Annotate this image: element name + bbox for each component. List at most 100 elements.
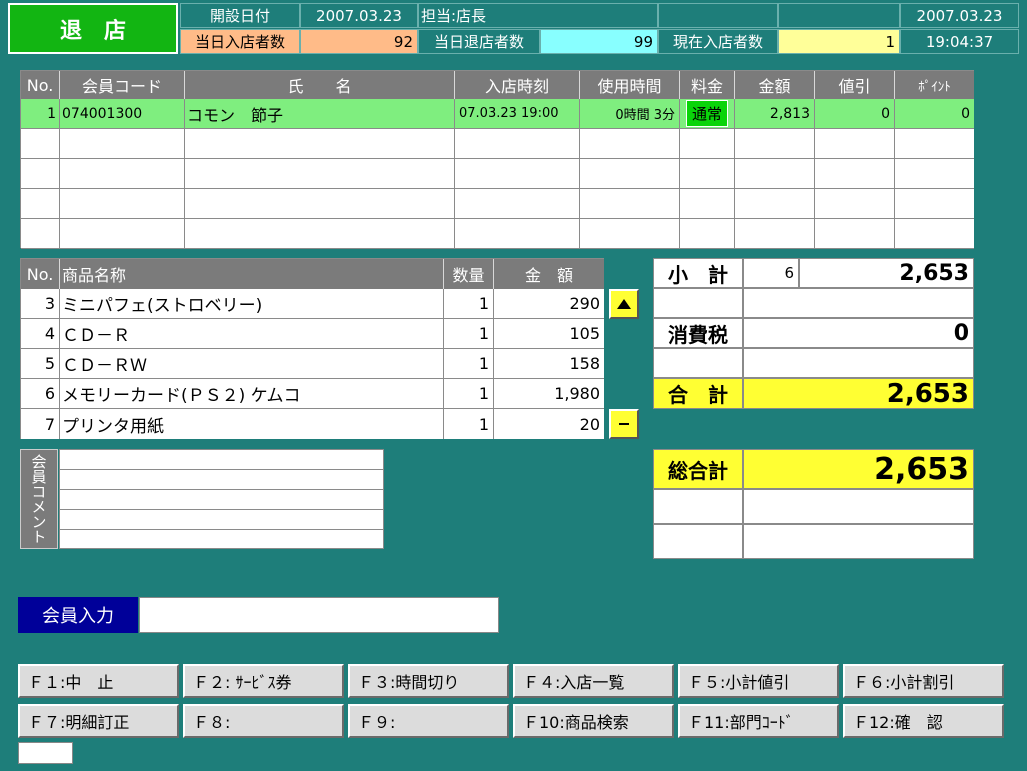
header-bar: 退 店 開設日付 2007.03.23 担当:店長 2007.03.23 当日入… xyxy=(8,3,1020,55)
f7-detail-correction-button[interactable]: Ｆ７:明細訂正 xyxy=(18,704,179,738)
item-row-name: ＣＤ－ＲＷ xyxy=(60,349,444,379)
tax-label: 消費税 xyxy=(653,318,743,348)
item-row-name: メモリーカード(ＰＳ２) ケムコ xyxy=(60,379,444,409)
member-empty-cell xyxy=(60,159,185,189)
grand-blank-1b xyxy=(743,489,974,524)
f11-department-code-button[interactable]: Ｆ11:部門ｺｰﾄﾞ xyxy=(678,704,839,738)
member-empty-cell xyxy=(815,159,895,189)
member-col-point: ﾎﾟｲﾝﾄ xyxy=(895,71,974,99)
member-comment-label: 会員コメント xyxy=(20,449,58,549)
item-row-amount: 20 xyxy=(494,409,604,439)
item-row-no: 3 xyxy=(21,289,60,319)
member-row-usage: 0時間 3分 xyxy=(580,99,680,129)
member-empty-cell xyxy=(735,159,815,189)
rate-badge: 通常 xyxy=(685,100,728,127)
grand-blank-2b xyxy=(743,524,974,559)
item-row-no: 6 xyxy=(21,379,60,409)
member-empty-cell xyxy=(185,159,455,189)
comment-line xyxy=(60,509,383,510)
member-empty-cell xyxy=(455,219,580,249)
f4-entry-list-button[interactable]: Ｆ４:入店一覧 xyxy=(513,664,674,698)
f5-subtotal-discount-button[interactable]: Ｆ５:小計値引 xyxy=(678,664,839,698)
current-count-label: 現在入店者数 xyxy=(658,29,778,54)
grand-total-panel: 総合計 2,653 xyxy=(653,449,974,559)
header-blank-1 xyxy=(658,3,778,28)
member-empty-cell xyxy=(735,189,815,219)
member-empty-cell xyxy=(680,129,735,159)
member-empty-cell xyxy=(580,219,680,249)
member-empty-cell xyxy=(735,129,815,159)
item-row-qty: 1 xyxy=(444,289,494,319)
total-label: 合 計 xyxy=(653,378,743,409)
item-row-no: 7 xyxy=(21,409,60,439)
member-empty-cell xyxy=(895,189,974,219)
member-input[interactable] xyxy=(139,597,499,633)
member-empty-cell xyxy=(580,159,680,189)
totals-blank-1a xyxy=(653,288,743,318)
f2-service-ticket-button[interactable]: Ｆ２: ｻｰﾋﾞｽ券 xyxy=(183,664,344,698)
member-empty-cell xyxy=(895,129,974,159)
totals-blank-2a xyxy=(653,348,743,378)
member-empty-cell xyxy=(815,129,895,159)
member-comment-field[interactable] xyxy=(59,449,384,549)
item-row-qty: 1 xyxy=(444,379,494,409)
member-col-code: 会員コード xyxy=(60,71,185,99)
item-scroll-up-button[interactable] xyxy=(609,289,639,319)
exit-count: 99 xyxy=(540,29,658,54)
subtotal-value: 2,653 xyxy=(799,258,974,288)
member-row-rate: 通常 xyxy=(680,99,735,129)
member-empty-cell xyxy=(185,189,455,219)
member-col-no: No. xyxy=(21,71,60,99)
subtotal-count: 6 xyxy=(743,258,799,288)
exit-count-label: 当日退店者数 xyxy=(418,29,540,54)
item-row-name: プリンタ用紙 xyxy=(60,409,444,439)
tax-value: 0 xyxy=(743,318,974,348)
member-col-discount: 値引 xyxy=(815,71,895,99)
item-row-amount: 158 xyxy=(494,349,604,379)
member-empty-cell xyxy=(815,219,895,249)
f12-confirm-button[interactable]: Ｆ12:確 認 xyxy=(843,704,1004,738)
f9-button[interactable]: Ｆ９: xyxy=(348,704,509,738)
f3-time-cut-button[interactable]: Ｆ３:時間切り xyxy=(348,664,509,698)
member-empty-cell xyxy=(455,159,580,189)
grand-total-label: 総合計 xyxy=(653,449,743,489)
item-row-qty: 1 xyxy=(444,409,494,439)
f1-cancel-button[interactable]: Ｆ１:中 止 xyxy=(18,664,179,698)
item-col-no: No. xyxy=(21,259,60,289)
member-col-amount: 金額 xyxy=(735,71,815,99)
item-row-amount: 290 xyxy=(494,289,604,319)
member-empty-cell xyxy=(895,159,974,189)
member-row-no: 1 xyxy=(21,99,60,129)
header-blank-2 xyxy=(778,3,900,28)
current-count: 1 xyxy=(778,29,900,54)
item-row-name: ミニパフェ(ストロベリー) xyxy=(60,289,444,319)
member-col-usage: 使用時間 xyxy=(580,71,680,99)
item-row-amount: 1,980 xyxy=(494,379,604,409)
member-input-label: 会員入力 xyxy=(18,597,138,633)
member-empty-cell xyxy=(455,129,580,159)
member-row-point: 0 xyxy=(895,99,974,129)
staff-label: 担当:店長 xyxy=(418,3,658,28)
item-col-qty: 数量 xyxy=(444,259,494,289)
f10-product-search-button[interactable]: Ｆ10:商品検索 xyxy=(513,704,674,738)
item-row-no: 4 xyxy=(21,319,60,349)
current-time: 19:04:37 xyxy=(900,29,1019,54)
open-date-value: 2007.03.23 xyxy=(300,3,418,28)
f8-button[interactable]: Ｆ８: xyxy=(183,704,344,738)
triangle-up-icon xyxy=(617,299,631,309)
member-empty-cell xyxy=(21,219,60,249)
member-row-code: 074001300 xyxy=(60,99,185,129)
member-empty-cell xyxy=(21,159,60,189)
comment-line xyxy=(60,489,383,490)
member-empty-cell xyxy=(680,159,735,189)
item-scroll-down-button[interactable] xyxy=(609,409,639,439)
member-empty-cell xyxy=(60,129,185,159)
grand-total-value: 2,653 xyxy=(743,449,974,489)
member-table: No. 会員コード 氏 名 入店時刻 使用時間 料金 金額 値引 ﾎﾟｲﾝﾄ 1… xyxy=(20,70,974,249)
member-empty-cell xyxy=(680,189,735,219)
total-value: 2,653 xyxy=(743,378,974,409)
member-empty-cell xyxy=(60,219,185,249)
f6-subtotal-rate-discount-button[interactable]: Ｆ６:小計割引 xyxy=(843,664,1004,698)
member-row-discount: 0 xyxy=(815,99,895,129)
status-box xyxy=(18,742,73,764)
